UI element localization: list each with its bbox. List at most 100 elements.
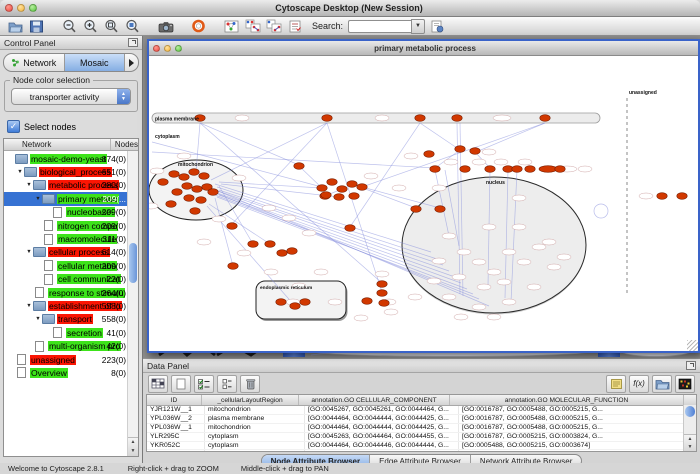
network-node[interactable] (208, 189, 218, 196)
new-attribute-button[interactable] (171, 375, 191, 393)
network-node[interactable] (345, 225, 355, 232)
tree-item[interactable]: cell communicat22(0) (4, 273, 138, 286)
tree-item[interactable]: ▼primary metabo209(... (4, 192, 138, 205)
tree-item[interactable]: Overview8(0) (4, 366, 138, 379)
network-node[interactable] (470, 148, 480, 155)
network-node[interactable] (334, 194, 344, 201)
network-node[interactable] (317, 185, 327, 192)
zoom-fit-button[interactable] (102, 18, 121, 34)
table-row[interactable]: YLR295Ccytoplasm[GO:0045263, GO:0044464,… (147, 433, 696, 442)
expander-icon[interactable]: ▼ (34, 316, 42, 322)
network-node[interactable] (337, 186, 347, 193)
table-row[interactable]: YKR052Ccytoplasm[GO:0044464, GO:0044446,… (147, 442, 696, 451)
delete-attribute-button[interactable] (240, 375, 260, 393)
annotation-notes-button[interactable] (606, 375, 626, 393)
network-node[interactable] (158, 179, 168, 186)
tree-scrollbar[interactable]: ▲▼ (127, 151, 138, 456)
search-dropdown-button[interactable]: ▼ (411, 19, 425, 34)
network-node[interactable] (430, 166, 440, 173)
network-node[interactable] (277, 250, 287, 257)
tree-item[interactable]: unassigned223(0) (4, 353, 138, 366)
network-node[interactable] (192, 186, 202, 193)
save-session-button[interactable] (27, 18, 46, 34)
network-node[interactable] (379, 300, 389, 307)
table-scrollbar-buttons[interactable]: ▲▼ (684, 434, 696, 451)
import-attributes-button[interactable] (652, 375, 672, 393)
zoom-in-button[interactable] (81, 18, 100, 34)
network-node[interactable] (166, 201, 176, 208)
network-node[interactable] (424, 151, 434, 158)
expander-icon[interactable]: ▼ (25, 182, 33, 188)
expander-icon[interactable]: ▼ (25, 249, 33, 255)
tree-item[interactable]: nitrogen compo209(0) (4, 219, 138, 232)
network-node[interactable] (377, 290, 387, 297)
expander-icon[interactable]: ▼ (25, 303, 33, 309)
tree-item[interactable]: cellular metabo209(0) (4, 259, 138, 272)
network-node[interactable] (327, 179, 337, 186)
network-canvas[interactable]: plasma membranecytoplasmmitochondrionnuc… (149, 56, 694, 348)
column-header[interactable]: annotation.GO MOLECULAR_FUNCTION (450, 395, 684, 405)
minimize-button[interactable] (17, 4, 25, 12)
network-node[interactable] (287, 248, 297, 255)
help-button[interactable] (189, 18, 208, 34)
node-color-dropdown[interactable]: transporter activity ▲▼ (11, 88, 131, 105)
network-node[interactable] (357, 184, 367, 191)
network-node[interactable] (169, 171, 179, 178)
network-node[interactable] (189, 169, 199, 176)
network-node[interactable] (265, 241, 275, 248)
expander-icon[interactable]: ▼ (16, 169, 24, 175)
frame-minimize-button[interactable] (164, 45, 171, 52)
table-row[interactable]: YJR121W__1mitochondrion[GO:0045267, GO:0… (147, 406, 696, 415)
zoom-button[interactable] (29, 4, 37, 12)
tree-scrollbar-thumb[interactable] (129, 243, 137, 283)
layout-overlay-button-1[interactable] (243, 18, 262, 34)
open-session-button[interactable] (6, 18, 25, 34)
layout-overlay-button-2[interactable] (264, 18, 283, 34)
network-node[interactable] (539, 166, 557, 173)
network-node[interactable] (411, 206, 421, 213)
select-attributes-button[interactable] (194, 375, 214, 393)
network-node[interactable] (321, 192, 331, 199)
float-panel-icon[interactable] (128, 38, 138, 47)
table-scrollbar[interactable]: ▲▼ (683, 405, 696, 451)
network-node[interactable] (179, 174, 189, 181)
tree-item[interactable]: multi-organism pro42(0) (4, 339, 138, 352)
network-node[interactable] (196, 197, 206, 204)
tree-item[interactable]: macromolecule311(0) (4, 232, 138, 245)
table-row[interactable]: YPL036W__2plasma membrane[GO:0044464, GO… (147, 415, 696, 424)
network-node[interactable] (290, 303, 300, 310)
network-node[interactable] (349, 193, 359, 200)
search-input[interactable] (348, 20, 411, 33)
network-node[interactable] (227, 223, 237, 230)
frame-zoom-button[interactable] (175, 45, 182, 52)
network-node[interactable] (322, 115, 332, 122)
network-node[interactable] (184, 195, 194, 202)
snapshot-button[interactable] (156, 18, 175, 34)
frame-close-button[interactable] (153, 45, 160, 52)
tree-item[interactable]: ▼metabolic process280(0) (4, 179, 138, 192)
network-node[interactable] (276, 299, 286, 306)
formula-button[interactable]: f(x) (629, 375, 649, 393)
column-header[interactable]: _cellularLayoutRegion (202, 395, 299, 405)
network-view-button[interactable] (222, 18, 241, 34)
table-row[interactable]: YPL036W__1mitochondrion[GO:0044464, GO:0… (147, 424, 696, 433)
table-row[interactable]: YDR039C__1mitochondrion[GO:0044464, GO:0… (147, 450, 696, 452)
network-node[interactable] (362, 298, 372, 305)
network-node[interactable] (435, 206, 445, 213)
network-node[interactable] (677, 193, 687, 200)
network-node[interactable] (300, 299, 310, 306)
unselect-attributes-button[interactable] (217, 375, 237, 393)
expander-icon[interactable]: ▼ (34, 196, 42, 202)
network-window[interactable]: primary metabolic process plasma membran… (147, 39, 700, 353)
attribute-table-button[interactable] (148, 375, 168, 393)
search-config-button[interactable] (427, 18, 446, 34)
network-node[interactable] (455, 146, 465, 153)
data-panel-float-icon[interactable] (686, 361, 696, 370)
tree-item[interactable]: ▼biological_process651(0) (4, 165, 138, 178)
tree-item[interactable]: nucleobase-209(0) (4, 206, 138, 219)
network-node[interactable] (294, 163, 304, 170)
network-node[interactable] (377, 281, 387, 288)
tree-item[interactable]: mosaic-demo-yeast874(0) (4, 152, 138, 165)
network-node[interactable] (657, 193, 667, 200)
network-node[interactable] (190, 208, 200, 215)
